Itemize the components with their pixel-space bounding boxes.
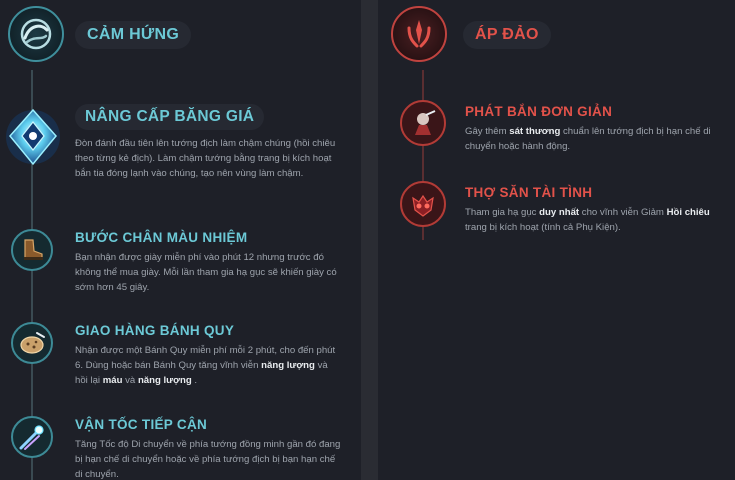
rune-magical-footwear[interactable]: BƯỚC CHÂN MÀU NHIỆM Bạn nhận được giày m… <box>0 225 361 295</box>
inspiration-tree-icon[interactable] <box>8 6 64 62</box>
desc-text: Tham gia hạ gục <box>465 207 540 218</box>
desc-highlight: Hồi chiêu <box>666 207 710 218</box>
ingenious-hunter-icon <box>400 181 446 227</box>
magical-footwear-icon <box>11 229 53 271</box>
rune-approach-velocity[interactable]: VẬN TỐC TIẾP CẬN Tăng Tốc độ Di chuyển v… <box>0 412 361 480</box>
desc-text: Gây thêm <box>465 126 510 137</box>
rune-description: Gây thêm sát thương chuẩn lên tướng địch… <box>465 124 727 154</box>
domination-header: ÁP ĐẢO <box>378 0 735 70</box>
desc-highlight: duy nhất <box>539 207 580 218</box>
keystone-glacial-augment[interactable]: NÂNG CẤP BĂNG GIÁ Đòn đánh đầu tiên lên … <box>0 100 361 200</box>
desc-highlight: năng lượng <box>137 375 192 386</box>
domination-panel: ÁP ĐẢO PHÁT BẮN ĐƠN GIẢN Gây thêm sát th… <box>378 0 735 480</box>
desc-text: và <box>122 375 138 386</box>
cheap-shot-icon <box>400 100 446 146</box>
desc-highlight: năng lượng <box>261 360 315 371</box>
desc-highlight: sát thương <box>509 126 561 137</box>
approach-velocity-icon <box>11 416 53 458</box>
desc-highlight: máu <box>102 375 123 386</box>
biscuit-delivery-icon <box>11 322 53 364</box>
rune-name: GIAO HÀNG BÁNH QUY <box>75 323 235 338</box>
domination-title: ÁP ĐẢO <box>463 21 551 49</box>
rune-name: THỢ SĂN TÀI TÌNH <box>465 185 593 200</box>
inspiration-title: CẢM HỨNG <box>75 21 192 49</box>
inspiration-header: CẢM HỨNG <box>0 0 361 70</box>
desc-text: trang bị kích hoạt (tính cả Phụ Kiện). <box>465 222 621 233</box>
desc-text: . <box>191 375 198 386</box>
rune-ingenious-hunter[interactable]: THỢ SĂN TÀI TÌNH Tham gia hạ gục duy nhấ… <box>378 181 735 241</box>
rune-biscuit-delivery[interactable]: GIAO HÀNG BÁNH QUY Nhận được một Bánh Qu… <box>0 318 361 388</box>
rune-description: Tham gia hạ gục duy nhất cho vĩnh viễn G… <box>465 205 727 235</box>
rune-cheap-shot[interactable]: PHÁT BẮN ĐƠN GIẢN Gây thêm sát thương ch… <box>378 100 735 160</box>
inspiration-panel: CẢM HỨNG NÂNG CẤP BĂNG GIÁ Đòn đánh đầu … <box>0 0 361 480</box>
domination-tree-icon[interactable] <box>391 6 447 62</box>
keystone-description: Đòn đánh đầu tiên lên tướng địch làm chậ… <box>75 138 336 179</box>
keystone-name: NÂNG CẤP BĂNG GIÁ <box>75 104 265 130</box>
rune-description: Tăng Tốc độ Di chuyển về phía tướng đồng… <box>75 439 341 480</box>
rune-name: BƯỚC CHÂN MÀU NHIỆM <box>75 230 248 245</box>
rune-description: Bạn nhận được giày miễn phí vào phút 12 … <box>75 252 337 293</box>
glacial-augment-icon <box>4 106 62 168</box>
rune-name: VẬN TỐC TIẾP CẬN <box>75 417 208 432</box>
rune-description: Nhận được một Bánh Quy miễn phí mỗi 2 ph… <box>75 343 343 388</box>
desc-text: cho vĩnh viễn Giảm <box>579 207 667 218</box>
rune-name: PHÁT BẮN ĐƠN GIẢN <box>465 104 613 119</box>
